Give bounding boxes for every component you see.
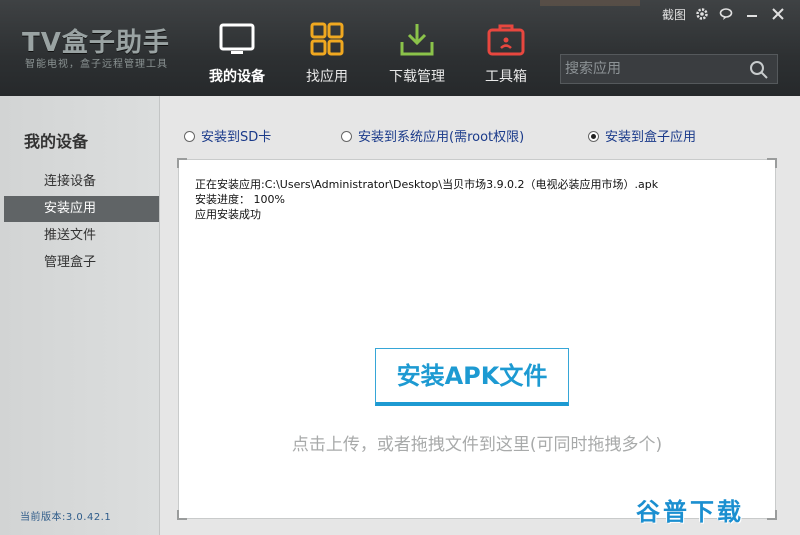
window-decoration — [540, 0, 640, 6]
app-logo-title: TV盒子助手 — [22, 28, 170, 58]
radio-install-system-app[interactable]: 安装到系统应用(需root权限) — [341, 126, 524, 145]
download-icon — [400, 24, 434, 56]
close-icon[interactable] — [770, 6, 786, 22]
install-drop-zone[interactable]: 正在安装应用:C:\Users\Administrator\Desktop\当贝… — [177, 158, 777, 520]
radio-circle-selected[interactable] — [588, 131, 599, 142]
install-apk-button[interactable]: 安装APK文件 — [375, 348, 569, 406]
title-bar: TV盒子助手 智能电视，盒子远程管理工具 我的设备 找应用 下载管理 工具箱 搜… — [0, 0, 800, 96]
corner-mark — [177, 158, 187, 168]
gear-icon[interactable] — [694, 6, 710, 22]
log-line: 安装进度： 100% — [195, 193, 285, 206]
nav-download-manager[interactable]: 下载管理 — [385, 22, 449, 90]
nav-my-devices[interactable]: 我的设备 — [205, 22, 269, 90]
radio-install-sd-card[interactable]: 安装到SD卡 — [184, 126, 271, 145]
grid-icon — [310, 22, 344, 56]
log-line: 正在安装应用:C:\Users\Administrator\Desktop\当贝… — [195, 178, 659, 191]
nav-find-apps[interactable]: 找应用 — [296, 22, 358, 90]
window-controls: 截图 — [650, 0, 800, 28]
nav-label: 我的设备 — [209, 69, 265, 85]
toolbox-icon — [487, 24, 525, 56]
tv-icon — [219, 23, 255, 54]
sidebar-item-push-file[interactable]: 推送文件 — [4, 223, 159, 249]
sidebar-item-connect-device[interactable]: 连接设备 — [4, 169, 159, 195]
screenshot-button[interactable]: 截图 — [662, 6, 686, 23]
radio-label: 安装到系统应用(需root权限) — [358, 130, 525, 145]
radio-install-box-app[interactable]: 安装到盒子应用 — [588, 126, 696, 145]
sidebar-title: 我的设备 — [24, 132, 89, 151]
app-logo-subtitle: 智能电视，盒子远程管理工具 — [25, 59, 168, 70]
nav-label: 下载管理 — [389, 69, 445, 85]
corner-mark — [767, 510, 777, 520]
sidebar-item-install-app[interactable]: 安装应用 — [4, 196, 159, 222]
nav-label: 找应用 — [306, 69, 348, 85]
nav-label: 工具箱 — [485, 69, 527, 85]
sidebar: 我的设备 连接设备 安装应用 推送文件 管理盒子 当前版本:3.0.42.1 — [0, 96, 160, 535]
corner-mark — [177, 510, 187, 520]
log-line: 应用安装成功 — [195, 208, 261, 221]
sidebar-item-manage-box[interactable]: 管理盒子 — [4, 250, 159, 276]
search-input[interactable] — [565, 58, 735, 80]
corner-mark — [767, 158, 777, 168]
search-icon[interactable] — [749, 60, 769, 80]
radio-circle[interactable] — [341, 131, 352, 142]
radio-circle[interactable] — [184, 131, 195, 142]
search-box — [560, 54, 778, 84]
radio-label: 安装到SD卡 — [201, 130, 272, 145]
version-label: 当前版本:3.0.42.1 — [20, 512, 112, 523]
main-content: 安装到SD卡 安装到系统应用(需root权限) 安装到盒子应用 正在安装应用:C… — [161, 96, 800, 535]
radio-label: 安装到盒子应用 — [605, 130, 697, 145]
watermark-logo: 谷普下载 — [636, 498, 744, 526]
chat-icon[interactable] — [718, 6, 734, 22]
drop-hint: 点击上传，或者拖拽文件到这里(可同时拖拽多个) — [291, 435, 663, 455]
install-log: 正在安装应用:C:\Users\Administrator\Desktop\当贝… — [195, 177, 658, 222]
minimize-icon[interactable] — [744, 6, 760, 22]
nav-toolbox[interactable]: 工具箱 — [476, 22, 536, 90]
